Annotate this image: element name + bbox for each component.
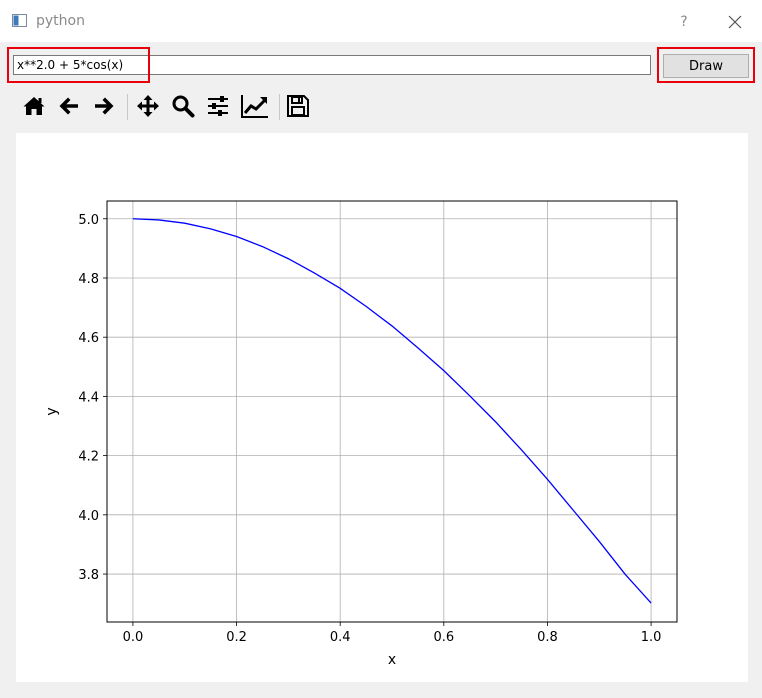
- x-tick-label: 0.2: [226, 630, 247, 645]
- x-tick-label: 0.4: [330, 630, 351, 645]
- x-tick-label: 0.8: [537, 630, 558, 645]
- y-tick-label: 4.6: [78, 331, 99, 346]
- title-bar: python ?: [0, 0, 762, 42]
- y-tick-label: 5.0: [78, 213, 99, 228]
- y-axis-label: y: [44, 407, 60, 415]
- save-button[interactable]: [282, 90, 314, 122]
- back-button[interactable]: [53, 90, 85, 122]
- toolbar-separator: [279, 94, 280, 120]
- edit-axes-button[interactable]: [237, 90, 269, 122]
- line-chart: 0.0 0.2 0.4 0.6 0.8 1.03.84.04.24.44.64.85.0 …: [44, 200, 678, 668]
- pan-icon: [137, 95, 159, 117]
- plot-canvas[interactable]: 0.0 0.2 0.4 0.6 0.8 1.0 3.8 4.0 4.2 4.4 4.6 4.8 5.0 …: [16, 133, 748, 682]
- axes-frame: [106, 200, 678, 623]
- close-icon[interactable]: [726, 13, 744, 31]
- x-axis-label: x: [388, 652, 396, 668]
- app-window: python ? Draw: [0, 0, 762, 698]
- y-tick-label: 4.8: [78, 272, 99, 287]
- y-tick-label: 3.8: [78, 568, 99, 583]
- forward-button[interactable]: [88, 90, 120, 122]
- app-window-icon: [12, 14, 27, 27]
- series-line: [132, 218, 652, 604]
- toolbar-separator: [127, 94, 128, 120]
- help-button[interactable]: ?: [676, 12, 692, 32]
- grid-lines: [107, 201, 677, 622]
- x-tick-label: 0.0: [123, 630, 144, 645]
- back-arrow-icon: [59, 97, 78, 115]
- y-tick-label: 4.0: [78, 509, 99, 524]
- subplots-button[interactable]: [202, 90, 234, 122]
- zoom-button[interactable]: [167, 90, 199, 122]
- home-icon: [23, 97, 45, 115]
- x-tick-label: 1.0: [641, 630, 662, 645]
- forward-arrow-icon: [95, 97, 114, 115]
- window-title: python: [36, 13, 85, 29]
- draw-button[interactable]: Draw: [663, 54, 749, 78]
- expression-input[interactable]: [13, 55, 651, 75]
- save-icon: [287, 95, 309, 117]
- x-tick-label: 0.6: [433, 630, 454, 645]
- edit-axes-icon: [241, 95, 268, 118]
- y-tick-label: 4.4: [78, 390, 99, 405]
- y-tick-label: 4.2: [78, 450, 99, 465]
- pan-button[interactable]: [132, 90, 164, 122]
- zoom-icon: [172, 95, 195, 118]
- home-button[interactable]: [18, 90, 50, 122]
- subplots-config-icon: [208, 96, 228, 116]
